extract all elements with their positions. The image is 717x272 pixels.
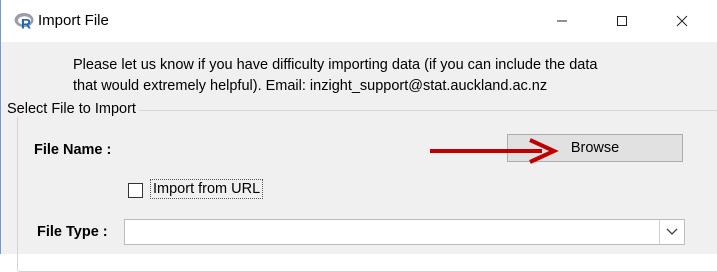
file-name-label: File Name : — [34, 142, 112, 158]
minimize-icon[interactable] — [539, 0, 585, 42]
file-type-select[interactable] — [124, 219, 685, 245]
import-file-dialog: R Import File Please let us know if you … — [0, 0, 717, 272]
r-logo-icon: R — [14, 12, 36, 32]
window-title: Import File — [38, 12, 109, 29]
maximize-icon[interactable] — [599, 0, 645, 42]
file-type-label: File Type : — [37, 224, 108, 240]
import-from-url-checkbox[interactable] — [128, 183, 143, 198]
info-text-line-2: that would extremely helpful). Email: in… — [73, 78, 548, 94]
info-text-line-1: Please let us know if you have difficult… — [73, 57, 598, 73]
svg-text:R: R — [21, 16, 31, 31]
groupbox-title: Select File to Import — [7, 101, 139, 117]
chevron-down-icon[interactable] — [659, 220, 684, 244]
annotation-arrow-icon — [430, 138, 559, 164]
import-from-url-label[interactable]: Import from URL — [150, 179, 264, 199]
title-bar[interactable]: R Import File — [1, 0, 717, 42]
close-icon[interactable] — [659, 0, 705, 42]
